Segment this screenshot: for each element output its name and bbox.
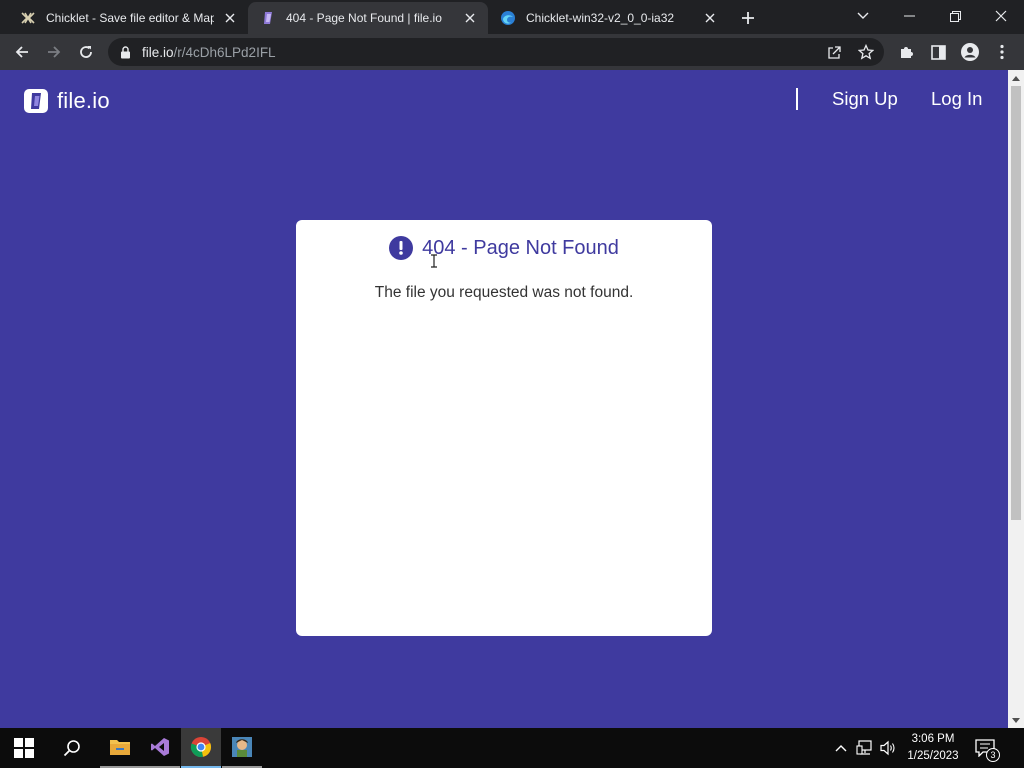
browser-toolbar: file.io/r/4cDh6LPd2IFL — [0, 34, 1024, 70]
system-clock[interactable]: 3:06 PM 1/25/2023 — [900, 731, 966, 765]
close-tab-icon[interactable] — [462, 10, 478, 26]
close-tab-icon[interactable] — [702, 10, 718, 26]
windows-taskbar: 3:06 PM 1/25/2023 3 — [0, 728, 1024, 768]
clock-time: 3:06 PM — [911, 733, 955, 745]
minimize-button[interactable] — [886, 0, 932, 32]
game-character-icon — [232, 737, 252, 757]
alert-icon — [389, 236, 414, 260]
notification-count-badge: 3 — [986, 748, 1000, 762]
page-content: file.io Sign Up Log In 404 - Page Not Fo… — [0, 70, 1008, 728]
url-host: file.io — [142, 44, 174, 60]
chrome-icon — [190, 737, 212, 758]
close-tab-icon[interactable] — [222, 10, 238, 26]
tab-chicklet[interactable]: Chicklet - Save file editor & Map — [8, 2, 248, 34]
kebab-menu-icon — [1000, 44, 1004, 60]
lock-icon[interactable] — [118, 45, 132, 59]
chevron-down-icon — [857, 12, 869, 19]
reload-button[interactable] — [72, 38, 100, 66]
side-panel-button[interactable] — [924, 38, 952, 66]
scrollbar-thumb[interactable] — [1011, 86, 1021, 520]
tab-title: Chicklet - Save file editor & Map — [46, 11, 214, 25]
tab-title: 404 - Page Not Found | file.io — [286, 11, 442, 25]
visual-studio-icon — [151, 738, 169, 756]
sign-up-link[interactable]: Sign Up — [832, 88, 898, 110]
nav-divider — [796, 88, 798, 110]
volume-icon[interactable] — [879, 738, 897, 758]
error-message: The file you requested was not found. — [374, 284, 634, 301]
close-window-button[interactable] — [978, 0, 1024, 32]
windows-logo-icon — [14, 738, 34, 758]
arrow-right-icon — [48, 46, 61, 58]
fileio-favicon-icon — [260, 10, 276, 26]
url-text: file.io/r/4cDh6LPd2IFL — [142, 45, 276, 60]
chrome-button[interactable] — [181, 728, 221, 768]
error-heading: 404 - Page Not Found — [296, 236, 712, 260]
profile-icon — [961, 43, 979, 61]
tab-chicklet-download[interactable]: Chicklet-win32-v2_0_0-ia32 — [488, 2, 728, 34]
search-icon — [63, 740, 80, 757]
browser-menu-button[interactable] — [988, 38, 1016, 66]
file-explorer-button[interactable] — [100, 728, 140, 768]
bookmark-star-icon[interactable] — [856, 42, 876, 62]
scroll-down-icon[interactable] — [1011, 715, 1021, 725]
fileio-logo[interactable]: file.io — [24, 88, 110, 114]
forward-button[interactable] — [40, 38, 68, 66]
chevron-up-icon[interactable] — [832, 738, 850, 758]
logo-text: file.io — [57, 88, 110, 113]
page-scrollbar[interactable] — [1008, 70, 1024, 728]
plus-icon — [742, 12, 754, 24]
url-path: /r/4cDh6LPd2IFL — [173, 44, 276, 60]
error-card: 404 - Page Not Found The file you reques… — [296, 220, 712, 636]
search-button[interactable] — [52, 728, 92, 768]
arrow-left-icon — [15, 46, 28, 58]
game-app-button[interactable] — [222, 728, 262, 768]
extensions-button[interactable] — [892, 38, 920, 66]
address-bar[interactable]: file.io/r/4cDh6LPd2IFL — [108, 38, 884, 66]
network-icon[interactable] — [856, 738, 874, 758]
profile-button[interactable] — [956, 38, 984, 66]
error-title: 404 - Page Not Found — [422, 236, 619, 259]
new-tab-button[interactable] — [736, 6, 760, 30]
fileio-logo-icon — [24, 89, 48, 113]
chicklet-favicon-icon — [20, 10, 36, 26]
tab-title: Chicklet-win32-v2_0_0-ia32 — [526, 11, 675, 25]
log-in-link[interactable]: Log In — [931, 88, 982, 110]
reload-icon — [80, 46, 92, 58]
tab-strip: Chicklet - Save file editor & Map 404 - … — [0, 0, 1024, 34]
puzzle-icon — [901, 47, 913, 58]
edge-favicon-icon — [500, 10, 516, 26]
tab-search-button[interactable] — [840, 0, 886, 32]
clock-date: 1/25/2023 — [907, 750, 959, 762]
visual-studio-button[interactable] — [140, 728, 180, 768]
folder-icon — [110, 740, 130, 755]
minimize-icon — [903, 15, 915, 17]
back-button[interactable] — [8, 38, 36, 66]
text-cursor-icon — [430, 254, 438, 273]
restore-icon — [949, 10, 961, 22]
scroll-up-icon[interactable] — [1011, 73, 1021, 83]
tab-fileio[interactable]: 404 - Page Not Found | file.io — [248, 2, 488, 34]
close-icon — [995, 10, 1007, 22]
share-icon[interactable] — [824, 42, 844, 62]
start-button[interactable] — [4, 728, 44, 768]
side-panel-icon — [930, 44, 946, 60]
restore-button[interactable] — [932, 0, 978, 32]
